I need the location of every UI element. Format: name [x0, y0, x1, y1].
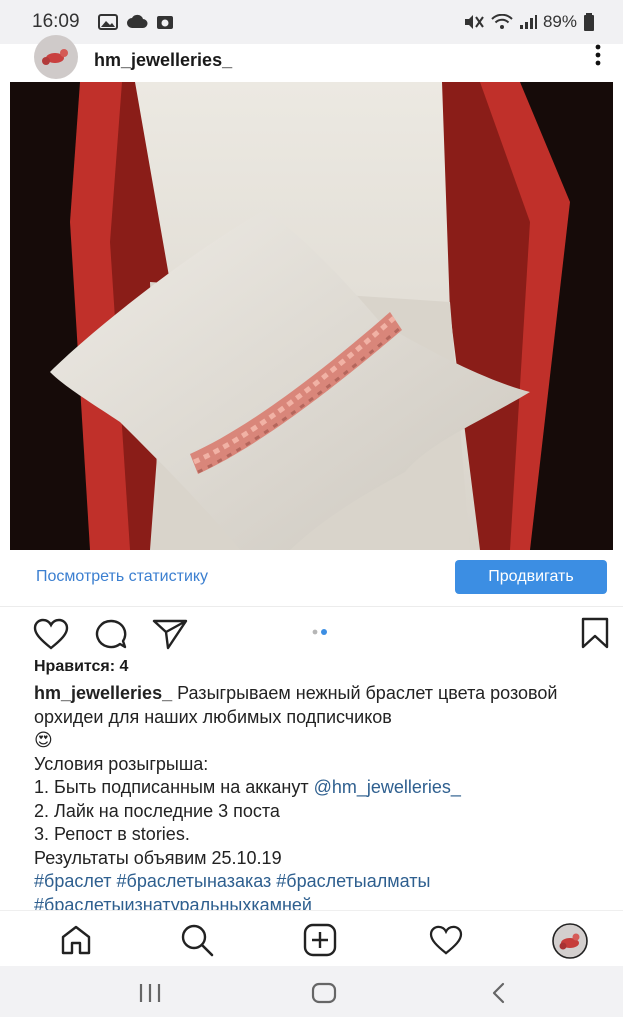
post-actions [0, 608, 623, 658]
save-icon[interactable] [580, 617, 610, 649]
signal-icon [519, 15, 537, 29]
wifi-icon [491, 14, 513, 29]
comment-icon[interactable] [94, 618, 128, 650]
results-date: Результаты объявим 25.10.19 [34, 847, 282, 868]
rule-1: 1. Быть подписанным на акканут [34, 777, 314, 797]
cloud-icon [126, 14, 148, 28]
share-icon[interactable] [152, 618, 188, 650]
add-post-icon[interactable] [303, 923, 337, 957]
rule-2: 2. Лайк на последние 3 поста [34, 800, 280, 821]
recent-apps-icon[interactable] [137, 982, 163, 1004]
mute-vibrate-icon [464, 15, 484, 29]
battery-icon [584, 13, 594, 31]
more-options-icon[interactable] [595, 44, 601, 67]
insights-row: Посмотреть статистику Продвигать [0, 550, 623, 607]
emoji: 😍 [34, 730, 53, 750]
avatar[interactable] [34, 35, 78, 79]
view-stats-link[interactable]: Посмотреть статистику [36, 568, 208, 586]
promote-button[interactable]: Продвигать [455, 560, 607, 594]
hashtags-line-1[interactable]: #браслет #браслетыназаказ #браслетыалмат… [34, 870, 614, 894]
search-icon[interactable] [180, 923, 214, 957]
conditions-title: Условия розыгрыша: [34, 753, 209, 774]
camera-icon [156, 16, 173, 29]
post-header: hm_jewelleries_ [0, 35, 623, 82]
gallery-icon [97, 14, 118, 30]
carousel-indicator [312, 629, 327, 635]
mention-link[interactable]: @hm_jewelleries_ [314, 777, 461, 797]
status-bar: 16:09 89% [0, 0, 623, 44]
home-button-icon[interactable] [311, 982, 337, 1004]
post-username[interactable]: hm_jewelleries_ [94, 50, 232, 71]
profile-avatar-icon[interactable] [551, 922, 589, 960]
back-icon[interactable] [490, 982, 508, 1004]
caption-username[interactable]: hm_jewelleries_ [34, 683, 172, 703]
activity-icon[interactable] [428, 925, 464, 955]
post-photo[interactable] [10, 82, 613, 550]
likes-count[interactable]: Нравится: 4 [34, 658, 128, 676]
battery-percent: 89% [542, 12, 577, 31]
bottom-nav [0, 910, 623, 967]
clock: 16:09 [32, 11, 80, 32]
like-icon[interactable] [33, 618, 69, 650]
system-nav-bar [0, 966, 623, 1017]
home-icon[interactable] [60, 925, 92, 955]
rule-3: 3. Репост в stories. [34, 824, 190, 844]
post-caption: hm_jewelleries_ Разыгрываем нежный брасл… [34, 682, 614, 917]
